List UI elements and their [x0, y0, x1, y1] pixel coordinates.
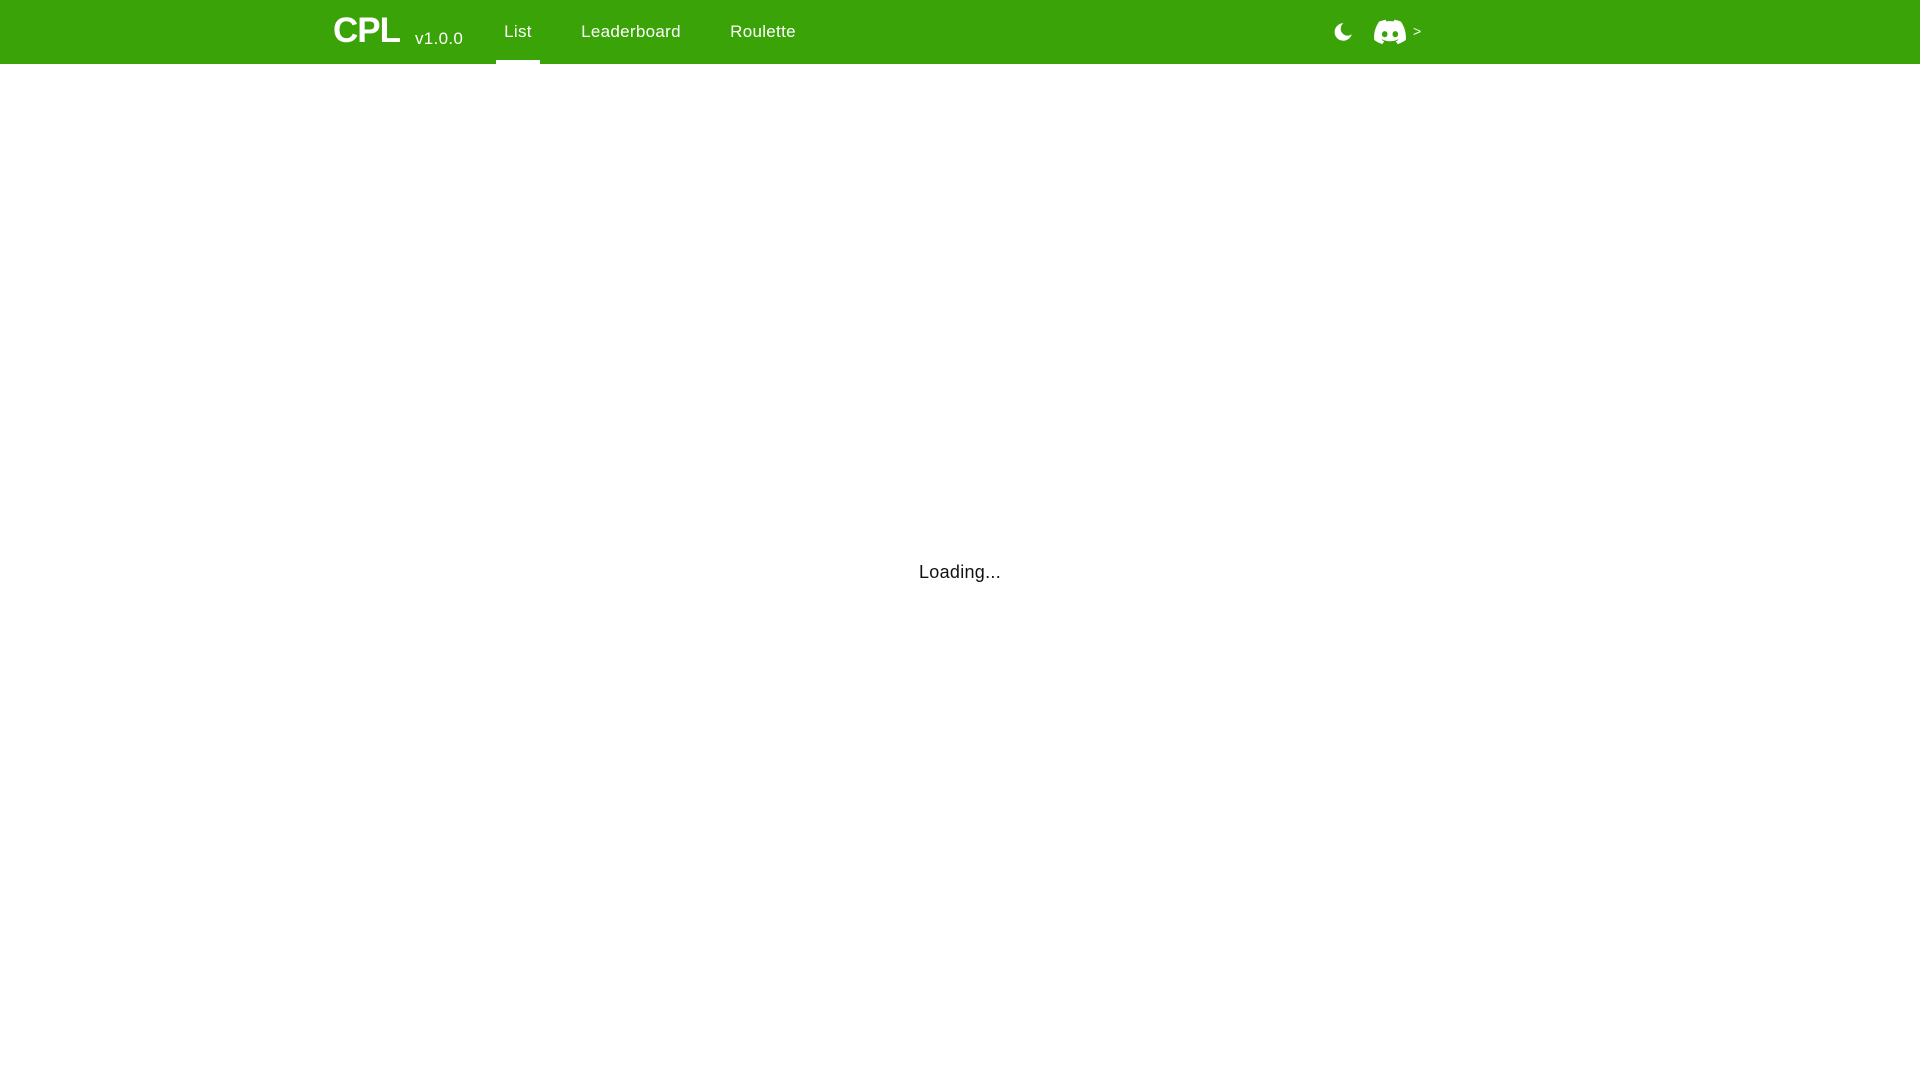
tab-leaderboard[interactable]: Leaderboard [576, 0, 686, 64]
app-logo[interactable]: CPL [333, 11, 401, 51]
moon-icon[interactable] [1332, 21, 1354, 43]
app-version: v1.0.0 [415, 29, 464, 48]
account-chevron[interactable]: > [1413, 22, 1421, 40]
top-navigation-bar: CPL v1.0.0 List Leaderboard Roulette > [0, 0, 1920, 64]
tab-list[interactable]: List [496, 0, 540, 64]
discord-icon[interactable] [1374, 19, 1406, 45]
loading-status: Loading... [918, 562, 1002, 582]
tab-roulette-label: Roulette [730, 22, 796, 41]
tab-list-label: List [504, 22, 532, 41]
tab-leaderboard-label: Leaderboard [581, 22, 681, 41]
tab-roulette[interactable]: Roulette [726, 0, 800, 64]
